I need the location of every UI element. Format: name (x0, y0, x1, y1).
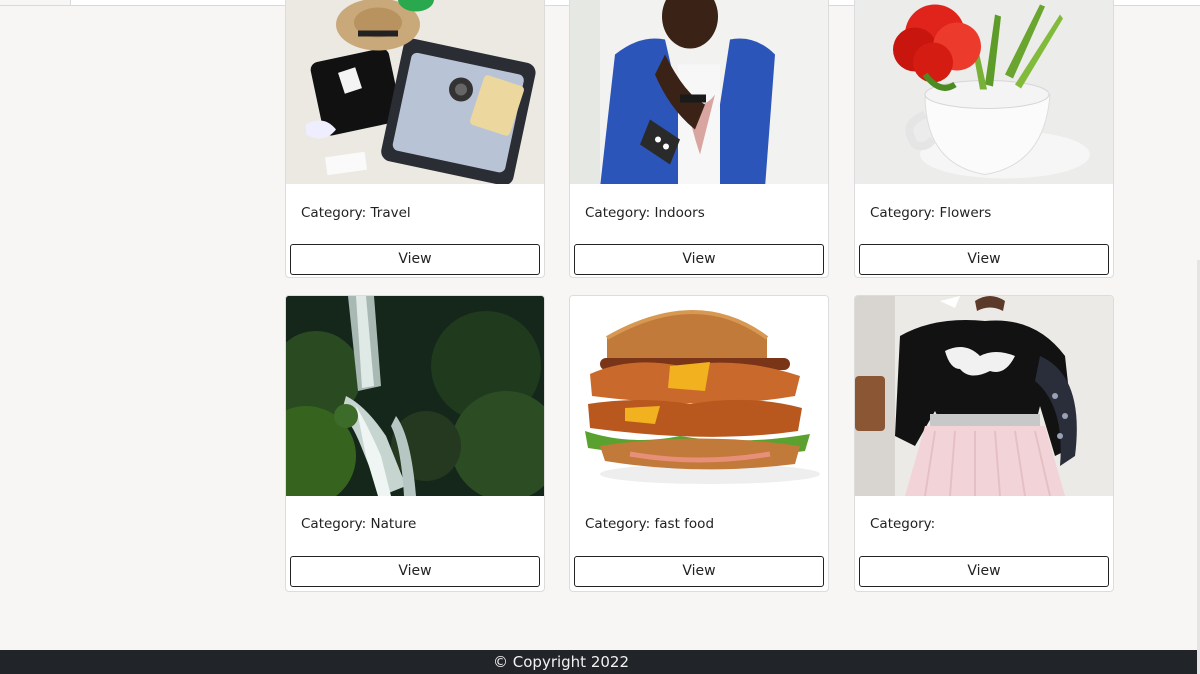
card-category: Category: Nature (301, 516, 417, 532)
outfit-image (855, 296, 1113, 496)
gallery-card: Category: fast food View (569, 295, 829, 592)
view-button[interactable]: View (574, 244, 824, 275)
gallery-card: Category: View (854, 295, 1114, 592)
gallery-card: Category: Nature View (285, 295, 545, 592)
indoors-image (570, 0, 828, 184)
flowers-photo (855, 0, 1113, 184)
gallery-card: Category: Indoors View (569, 0, 829, 278)
card-category: Category: Travel (301, 205, 411, 221)
card-category: Category: fast food (585, 516, 715, 532)
site-footer: © Copyright 2022 (0, 650, 1197, 674)
nature-image (286, 296, 544, 496)
gallery-card: Category: Travel View (285, 0, 545, 278)
gallery-card: Category: Flowers View (854, 0, 1114, 278)
burger-image (570, 296, 828, 496)
view-button[interactable]: View (859, 556, 1109, 587)
view-button[interactable]: View (290, 556, 540, 587)
travel-photo (286, 0, 544, 184)
card-category: Category: (870, 516, 936, 532)
card-category: Category: Indoors (585, 205, 705, 221)
view-button[interactable]: View (859, 244, 1109, 275)
nature-photo (286, 296, 544, 496)
copyright-text: © Copyright 2022 (493, 653, 630, 671)
indoors-photo (570, 0, 828, 184)
card-category: Category: Flowers (870, 205, 992, 221)
view-button[interactable]: View (574, 556, 824, 587)
flowers-image (855, 0, 1113, 184)
view-button[interactable]: View (290, 244, 540, 275)
fast-food-photo (570, 296, 828, 496)
travel-image (286, 0, 544, 184)
outfit-photo (855, 296, 1113, 496)
